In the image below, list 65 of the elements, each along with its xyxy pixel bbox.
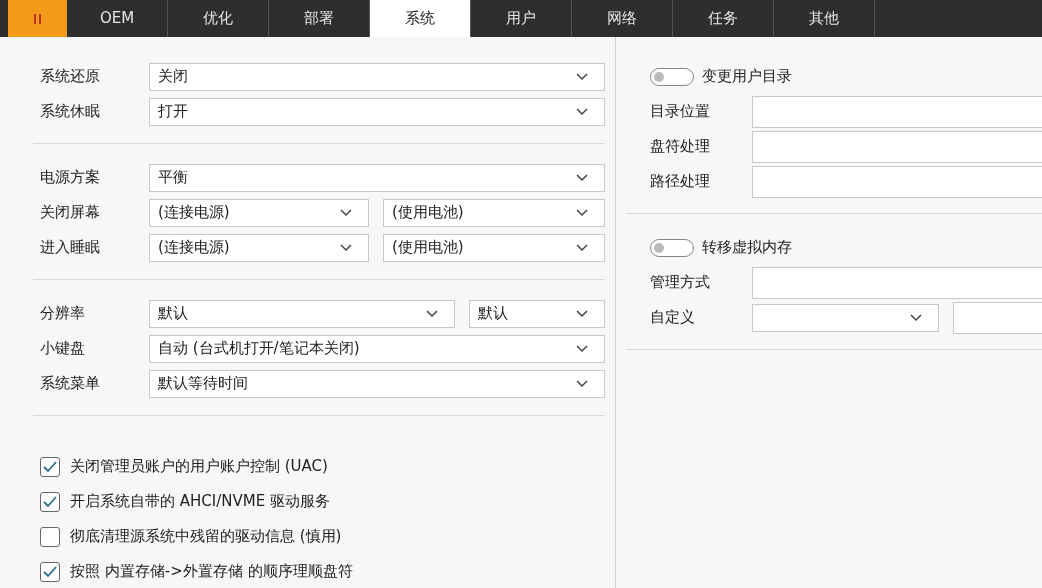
pause-icon bbox=[33, 13, 42, 24]
chevron-down-icon bbox=[576, 208, 588, 217]
dropdown[interactable]: 关闭 bbox=[149, 62, 605, 91]
dropdown[interactable]: 自动 (台式机打开/笔记本关闭) bbox=[149, 334, 605, 363]
field-label: 管理方式 bbox=[650, 272, 711, 294]
field-label: 路径处理 bbox=[650, 171, 711, 193]
dropdown[interactable]: 默认 bbox=[469, 299, 605, 328]
checkbox-label: 关闭管理员账户的用户账户控制 (UAC) bbox=[70, 456, 328, 478]
checkbox[interactable] bbox=[40, 491, 60, 512]
checkmark-icon bbox=[43, 460, 57, 473]
field-label: 小键盘 bbox=[40, 338, 86, 360]
tab[interactable]: 系统 bbox=[370, 0, 471, 37]
toggle-label: 变更用户目录 bbox=[702, 66, 792, 88]
tab[interactable]: 任务 bbox=[673, 0, 774, 37]
checkbox[interactable] bbox=[40, 561, 60, 582]
field-label: 系统菜单 bbox=[40, 373, 101, 395]
dropdown[interactable]: (连接电源) bbox=[149, 233, 369, 262]
chevron-down-icon bbox=[576, 309, 588, 318]
chevron-down-icon bbox=[340, 208, 352, 217]
dropdown[interactable]: 默认等待时间 bbox=[149, 369, 605, 398]
chevron-down-icon bbox=[576, 243, 588, 252]
field-label: 关闭屏幕 bbox=[40, 202, 101, 224]
chevron-down-icon bbox=[426, 309, 438, 318]
checkmark-icon bbox=[43, 495, 57, 508]
field-label: 分辨率 bbox=[40, 303, 86, 325]
tab[interactable]: 用户 bbox=[471, 0, 572, 37]
dropdown[interactable]: (使用电池) bbox=[383, 233, 605, 262]
field-label: 系统还原 bbox=[40, 66, 101, 88]
input-field[interactable] bbox=[752, 130, 1042, 163]
field-label: 自定义 bbox=[650, 307, 696, 329]
field-label: 进入睡眠 bbox=[40, 237, 101, 259]
checkbox-label: 按照 内置存储->外置存储 的顺序理顺盘符 bbox=[70, 561, 353, 583]
dropdown[interactable]: 默认 bbox=[149, 299, 455, 328]
input-field[interactable] bbox=[752, 95, 1042, 128]
tab[interactable]: 优化 bbox=[168, 0, 269, 37]
field-label: 系统休眠 bbox=[40, 101, 101, 123]
chevron-down-icon bbox=[910, 313, 922, 322]
chevron-down-icon bbox=[576, 72, 588, 81]
dropdown[interactable]: 打开 bbox=[149, 97, 605, 126]
toggle-switch[interactable] bbox=[650, 238, 694, 257]
field-label: 盘符处理 bbox=[650, 136, 711, 158]
tab[interactable]: 其他 bbox=[774, 0, 875, 37]
checkbox-label: 开启系统自带的 AHCI/NVME 驱动服务 bbox=[70, 491, 330, 513]
chevron-down-icon bbox=[576, 107, 588, 116]
dropdown[interactable]: (使用电池) bbox=[383, 198, 605, 227]
dropdown[interactable]: 平衡 bbox=[149, 163, 605, 192]
tab[interactable]: OEM bbox=[67, 0, 168, 37]
chevron-down-icon bbox=[576, 379, 588, 388]
field-label: 电源方案 bbox=[40, 167, 101, 189]
dropdown[interactable] bbox=[752, 303, 939, 332]
chevron-down-icon bbox=[576, 344, 588, 353]
checkmark-icon bbox=[43, 565, 57, 578]
tab[interactable]: 网络 bbox=[572, 0, 673, 37]
dropdown[interactable]: (连接电源) bbox=[149, 198, 369, 227]
checkbox[interactable] bbox=[40, 456, 60, 477]
toggle-label: 转移虚拟内存 bbox=[702, 237, 792, 259]
pause-tab[interactable] bbox=[8, 0, 67, 37]
input-field[interactable] bbox=[752, 266, 1042, 299]
chevron-down-icon bbox=[340, 243, 352, 252]
checkbox-label: 彻底清理源系统中残留的驱动信息 (慎用) bbox=[70, 526, 342, 548]
toggle-switch[interactable] bbox=[650, 67, 694, 86]
chevron-down-icon bbox=[576, 173, 588, 182]
checkbox[interactable] bbox=[40, 526, 60, 547]
field-label: 目录位置 bbox=[650, 101, 711, 123]
input-field[interactable] bbox=[752, 165, 1042, 198]
